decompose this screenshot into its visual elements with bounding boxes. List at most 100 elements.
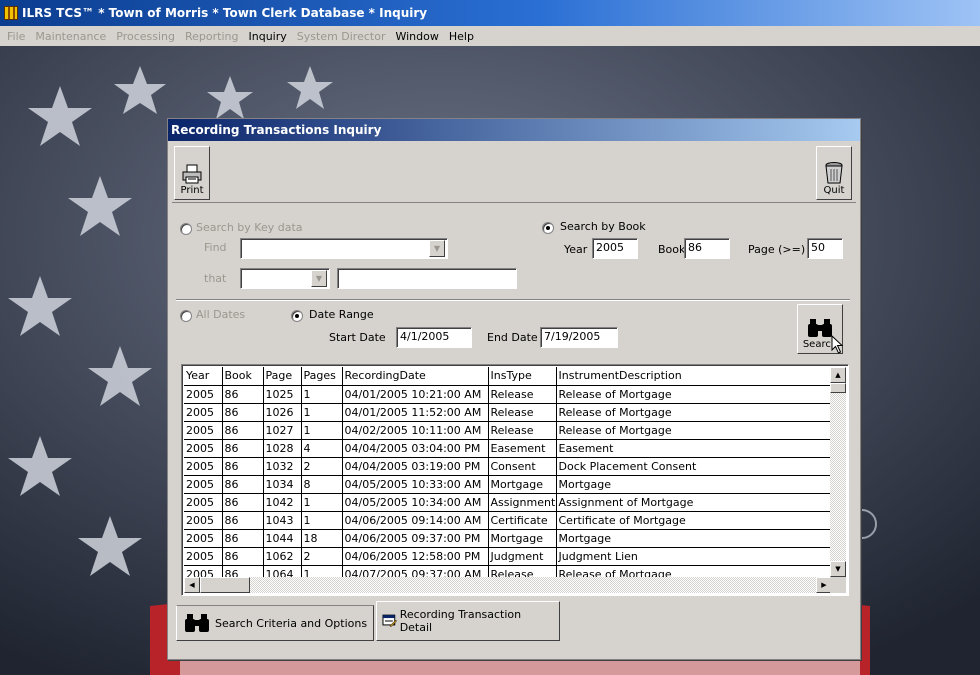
table-cell: 04/01/2005 11:52:00 AM xyxy=(342,403,489,422)
column-header-instrument-description[interactable]: InstrumentDescription xyxy=(556,367,833,386)
table-cell: 86 xyxy=(222,457,264,476)
quit-button[interactable]: Quit xyxy=(816,146,852,200)
that-value-field[interactable] xyxy=(337,268,517,289)
table-cell: 1044 xyxy=(263,529,302,548)
table-cell: Easement xyxy=(488,439,557,458)
table-row[interactable]: 2005 86 1028 4 04/04/2005 03:04:00 PM Easemen… xyxy=(184,439,833,458)
table-cell: 1 xyxy=(301,421,343,440)
table-cell: 2005 xyxy=(184,493,223,512)
window-title: Recording Transactions Inquiry xyxy=(171,123,382,137)
horizontal-scrollbar[interactable]: ◀ ▶ xyxy=(184,577,832,593)
table-cell: 86 xyxy=(222,475,264,494)
table-cell: 86 xyxy=(222,547,264,566)
search-by-book-radio[interactable] xyxy=(542,222,554,234)
binoculars-icon xyxy=(185,614,209,632)
table-cell: 04/06/2005 09:37:00 PM xyxy=(342,529,489,548)
table-cell: 1026 xyxy=(263,403,302,422)
table-cell: 8 xyxy=(301,475,343,494)
book-label: Book xyxy=(658,243,686,256)
table-row[interactable]: 2005 86 1034 8 04/05/2005 10:33:00 AM Mortgag… xyxy=(184,475,833,494)
table-cell: 04/06/2005 09:14:00 AM xyxy=(342,511,489,530)
page-field[interactable]: 50 xyxy=(807,238,843,259)
table-cell: 04/05/2005 10:34:00 AM xyxy=(342,493,489,512)
table-row[interactable]: 2005 86 1032 2 04/04/2005 03:19:00 PM Consent… xyxy=(184,457,833,476)
table-cell: 1 xyxy=(301,403,343,422)
column-header-book[interactable]: Book xyxy=(222,367,264,386)
results-grid[interactable]: Year Book Page Pages RecordingDate InsTy… xyxy=(181,364,849,596)
binoculars-icon xyxy=(808,319,832,337)
section-divider xyxy=(176,299,850,301)
toolbar: Print Quit xyxy=(172,145,856,203)
scroll-up-button[interactable]: ▲ xyxy=(830,367,846,383)
scroll-corner xyxy=(830,577,846,593)
menu-bar: File Maintenance Processing Reporting In… xyxy=(0,26,980,46)
mouse-cursor-icon xyxy=(831,335,844,354)
date-range-label: Date Range xyxy=(309,308,374,321)
table-cell: Release xyxy=(488,385,557,404)
trash-can-icon xyxy=(825,162,843,184)
table-cell: 1 xyxy=(301,511,343,530)
quit-label: Quit xyxy=(823,185,845,196)
table-cell: Certificate xyxy=(488,511,557,530)
tab-recording-detail-label: Recording Transaction Detail xyxy=(399,608,522,634)
table-row[interactable]: 2005 86 1027 1 04/02/2005 10:11:00 AM Release… xyxy=(184,421,833,440)
column-header-pages[interactable]: Pages xyxy=(301,367,343,386)
tab-search-criteria-label: Search Criteria and Options xyxy=(215,616,368,630)
table-cell: 04/04/2005 03:19:00 PM xyxy=(342,457,489,476)
grid-body: 2005 86 1025 1 04/01/2005 10:21:00 AM Release… xyxy=(184,385,833,584)
column-header-page[interactable]: Page xyxy=(263,367,302,386)
menu-window[interactable]: Window xyxy=(390,30,443,43)
table-cell: Judgment xyxy=(488,547,557,566)
menu-reporting: Reporting xyxy=(185,29,239,43)
column-header-year[interactable]: Year xyxy=(184,367,223,386)
app-title: ILRS TCS™ * Town of Morris * Town Clerk … xyxy=(22,6,428,20)
tab-recording-detail[interactable]: Recording Transaction Detail xyxy=(376,601,560,641)
table-cell: 1 xyxy=(301,493,343,512)
table-cell: Judgment Lien xyxy=(556,547,833,566)
menu-maintenance: Maintenance xyxy=(35,29,107,43)
table-cell: Assignment xyxy=(488,493,557,512)
date-range-radio[interactable] xyxy=(291,310,303,322)
table-row[interactable]: 2005 86 1043 1 04/06/2005 09:14:00 AM Certifi… xyxy=(184,511,833,530)
scroll-down-button[interactable]: ▼ xyxy=(830,561,846,577)
table-cell: Assignment of Mortgage xyxy=(556,493,833,512)
start-date-field[interactable]: 4/1/2005 xyxy=(396,327,472,348)
menu-processing: Processing xyxy=(116,29,176,43)
vertical-scrollbar[interactable]: ▲ ▼ xyxy=(830,367,846,577)
find-dropdown-button[interactable]: ▼ xyxy=(429,240,445,257)
table-row[interactable]: 2005 86 1025 1 04/01/2005 10:21:00 AM Release… xyxy=(184,385,833,404)
all-dates-radio[interactable] xyxy=(180,310,192,322)
table-row[interactable]: 2005 86 1026 1 04/01/2005 11:52:00 AM Release… xyxy=(184,403,833,422)
print-button[interactable]: Print xyxy=(174,146,210,200)
app-icon xyxy=(4,6,18,20)
table-row[interactable]: 2005 86 1062 2 04/06/2005 12:58:00 PM Judgmen… xyxy=(184,547,833,566)
search-by-key-radio[interactable] xyxy=(180,223,192,235)
menu-help[interactable]: Help xyxy=(444,30,479,43)
table-cell: 4 xyxy=(301,439,343,458)
horizontal-scroll-thumb[interactable] xyxy=(200,577,250,593)
that-dropdown-button[interactable]: ▼ xyxy=(311,270,327,287)
table-row[interactable]: 2005 86 1042 1 04/05/2005 10:34:00 AM Assignm… xyxy=(184,493,833,512)
arrow-down-icon: ▼ xyxy=(835,565,841,573)
window-title-bar: Recording Transactions Inquiry xyxy=(168,119,860,141)
page-label: Page (>=) xyxy=(748,243,806,256)
find-combo[interactable] xyxy=(240,238,448,259)
column-header-instype[interactable]: InsType xyxy=(488,367,557,386)
year-field[interactable]: 2005 xyxy=(592,238,638,259)
table-cell: 04/06/2005 12:58:00 PM xyxy=(342,547,489,566)
vertical-scroll-thumb[interactable] xyxy=(830,383,846,393)
table-row[interactable]: 2005 86 1044 18 04/06/2005 09:37:00 PM Mortga… xyxy=(184,529,833,548)
table-cell: Mortgage xyxy=(488,529,557,548)
table-cell: 86 xyxy=(222,421,264,440)
table-cell: 1 xyxy=(301,385,343,404)
table-cell: 1062 xyxy=(263,547,302,566)
book-field[interactable]: 86 xyxy=(684,238,730,259)
arrow-up-icon: ▲ xyxy=(835,371,841,379)
end-date-field[interactable]: 7/19/2005 xyxy=(540,327,618,348)
tab-search-criteria[interactable]: Search Criteria and Options xyxy=(176,605,374,641)
column-header-recording-date[interactable]: RecordingDate xyxy=(342,367,489,386)
table-cell: 1027 xyxy=(263,421,302,440)
scroll-left-button[interactable]: ◀ xyxy=(184,577,200,593)
results-table: Year Book Page Pages RecordingDate InsTy… xyxy=(184,367,833,584)
menu-inquiry[interactable]: Inquiry xyxy=(244,30,292,43)
